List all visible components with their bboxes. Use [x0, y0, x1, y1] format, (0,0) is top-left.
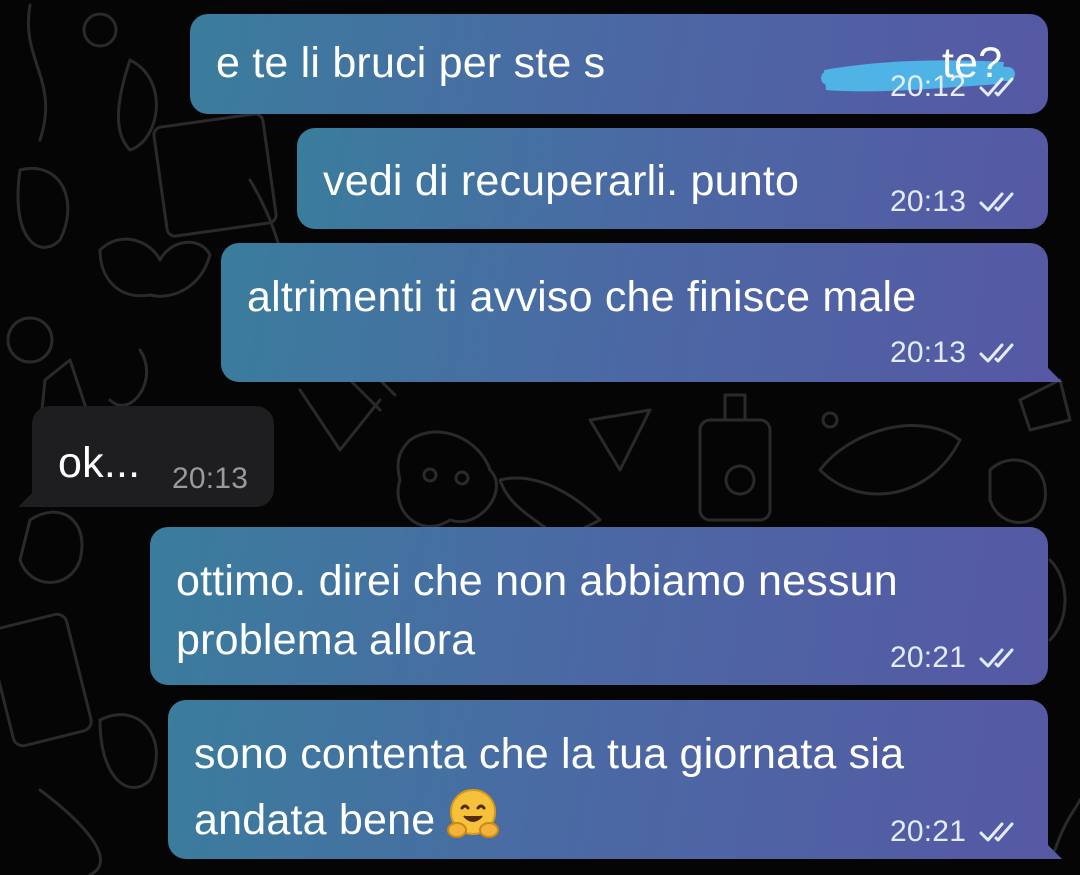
message-bubble-incoming[interactable]: ok... 20:13: [18, 406, 274, 507]
message-time: 20:13: [890, 336, 967, 369]
message-time: 20:13: [890, 185, 967, 218]
message-time: 20:12: [890, 70, 967, 103]
message-meta: 20:21: [890, 641, 1024, 675]
double-check-icon: [979, 192, 1014, 212]
message-meta: 20:13: [890, 336, 1024, 370]
message-text: problema allora: [176, 616, 476, 664]
double-check-icon: [979, 648, 1014, 668]
message-bubble[interactable]: e te li bruci per ste s te? 20:12: [190, 14, 1048, 114]
message-text: e te li bruci per ste s: [216, 39, 606, 87]
message-bubble[interactable]: sono contenta che la tua giornata sia an…: [168, 700, 1062, 859]
message-time: 20:21: [890, 641, 967, 674]
message-bubble[interactable]: vedi di recuperarli. punto 20:13: [297, 128, 1048, 229]
message-meta: 20:21: [890, 815, 1024, 849]
double-check-icon: [979, 343, 1014, 363]
message-bubble[interactable]: altrimenti ti avviso che finisce male 20…: [221, 243, 1062, 382]
message-text: ottimo. direi che non abbiamo nessun: [176, 557, 898, 605]
double-check-icon: [979, 77, 1014, 97]
message-text: altrimenti ti avviso che finisce male: [247, 273, 917, 321]
message-text: andata bene: [194, 796, 436, 844]
message-time: 20:13: [172, 462, 249, 495]
message-text-with-emoji: andata bene: [194, 786, 501, 847]
message-meta: 20:13: [172, 462, 248, 496]
double-check-icon: [979, 822, 1014, 842]
hugging-face-emoji-icon: [447, 789, 500, 838]
message-meta: 20:12: [890, 70, 1024, 104]
message-text: vedi di recuperarli. punto: [323, 157, 800, 205]
message-text: ok...: [58, 439, 141, 487]
message-time: 20:21: [890, 815, 967, 848]
message-bubble[interactable]: ottimo. direi che non abbiamo nessun pro…: [150, 527, 1048, 685]
chat-view[interactable]: e te li bruci per ste s te? 20:12 vedi d…: [0, 0, 1080, 875]
message-text: sono contenta che la tua giornata sia: [194, 730, 905, 778]
message-meta: 20:13: [890, 185, 1024, 219]
